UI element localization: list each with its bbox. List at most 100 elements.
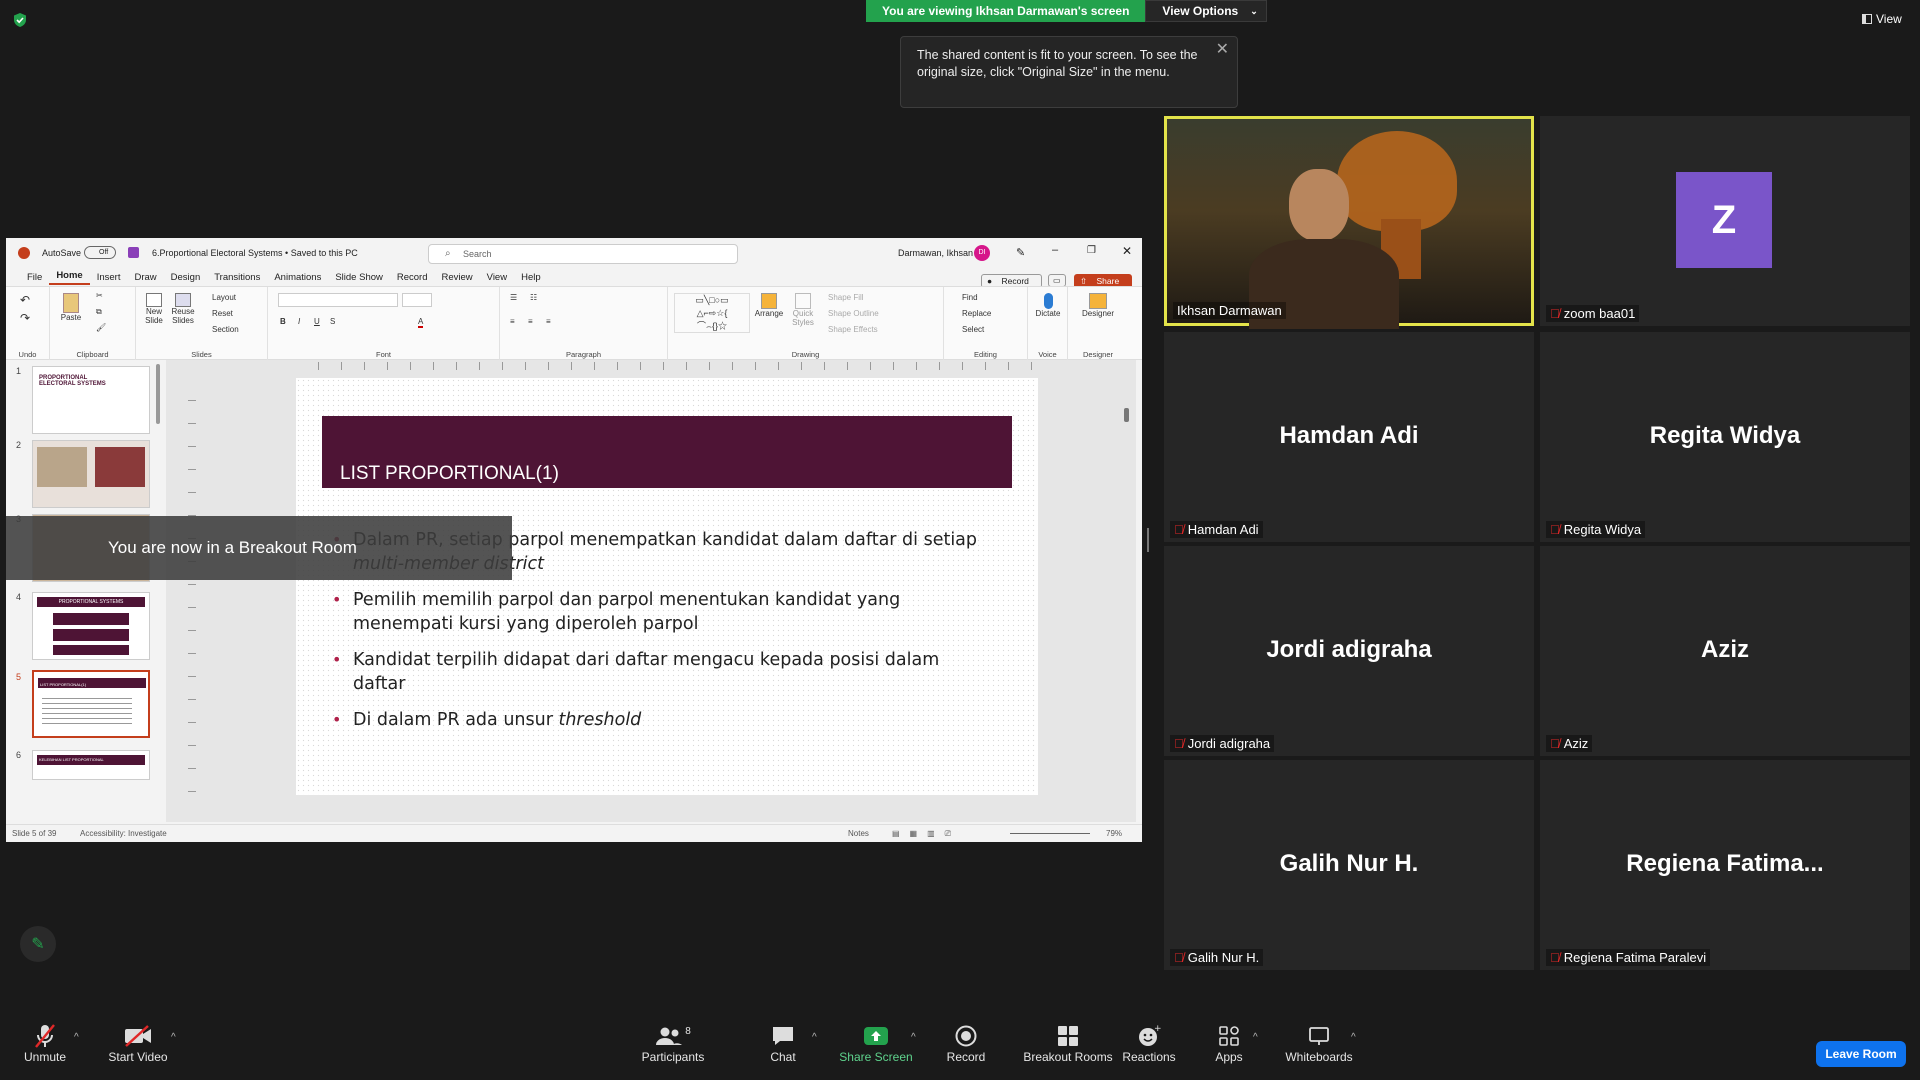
doc-title[interactable]: 6.Proportional Electoral Systems • Saved… <box>152 248 358 258</box>
slide-thumbnail[interactable]: PROPORTIONAL SYSTEMS <box>32 592 150 660</box>
whiteboards-options-caret-icon[interactable]: ^ <box>1351 1032 1356 1043</box>
layout-button[interactable]: Layout <box>212 293 236 302</box>
slide-canvas[interactable]: LIST PROPORTIONAL(1) Dalam PR, setiap pa… <box>296 378 1038 795</box>
view-mode-icons[interactable]: ▤▦▥⎚ <box>892 829 961 839</box>
pen-icon[interactable]: ✎ <box>1016 246 1025 259</box>
participants-button[interactable]: 8 Participants <box>628 1022 718 1065</box>
menu-design[interactable]: Design <box>164 272 208 283</box>
menu-file[interactable]: File <box>20 272 49 283</box>
video-options-caret-icon[interactable]: ^ <box>171 1032 176 1043</box>
italic-button[interactable]: I <box>298 317 300 326</box>
reset-button[interactable]: Reset <box>212 309 233 318</box>
designer-button[interactable]: Designer <box>1078 293 1118 318</box>
strikethrough-button[interactable]: S <box>330 317 335 326</box>
whiteboards-button[interactable]: Whiteboards <box>1274 1022 1364 1064</box>
audio-options-caret-icon[interactable]: ^ <box>74 1032 79 1043</box>
chat-options-caret-icon[interactable]: ^ <box>812 1032 817 1043</box>
slide-thumbnail[interactable] <box>32 440 150 508</box>
view-options-button[interactable]: View Options ⌄ <box>1145 0 1267 22</box>
new-slide-button[interactable]: New Slide <box>140 293 168 325</box>
close-window-icon[interactable]: ✕ <box>1122 244 1132 258</box>
ppt-search-box[interactable]: ⌕ Search <box>428 244 738 264</box>
menu-record[interactable]: Record <box>390 272 435 283</box>
menu-transitions[interactable]: Transitions <box>207 272 267 283</box>
restore-icon[interactable]: ❐ <box>1087 245 1096 256</box>
video-tile-active-speaker[interactable]: Ikhsan Darmawan <box>1164 116 1534 329</box>
slide-title[interactable]: LIST PROPORTIONAL(1) <box>322 416 1012 488</box>
slide-thumbnail[interactable]: KELEBIHAN LIST PROPORTIONAL <box>32 750 150 780</box>
font-size-select[interactable] <box>402 293 432 307</box>
format-painter-icon[interactable]: 🖌 <box>96 323 106 332</box>
menu-animations[interactable]: Animations <box>267 272 328 283</box>
align-center-icon[interactable]: ≡ <box>528 317 533 326</box>
share-options-caret-icon[interactable]: ^ <box>911 1032 916 1043</box>
dictate-button[interactable]: Dictate <box>1032 293 1064 318</box>
menu-help[interactable]: Help <box>514 272 548 283</box>
shape-effects-button[interactable]: Shape Effects <box>828 325 878 334</box>
slide-thumbnail[interactable]: PROPORTIONAL ELECTORAL SYSTEMS <box>32 366 150 434</box>
notes-button[interactable]: Notes <box>848 829 869 838</box>
menu-slide-show[interactable]: Slide Show <box>328 272 390 283</box>
muted-mic-icon: 🎙̸ <box>1174 522 1184 537</box>
shapes-gallery[interactable]: ▭╲□○▭ △⌐⇨☆{⌒⌢{}☆ <box>674 293 750 333</box>
select-button[interactable]: Select <box>962 325 984 334</box>
user-avatar[interactable]: DI <box>974 245 990 261</box>
arrange-button[interactable]: Arrange <box>754 293 784 318</box>
menu-review[interactable]: Review <box>435 272 480 283</box>
record-button[interactable]: Record <box>921 1022 1011 1064</box>
panel-resize-handle[interactable] <box>1147 528 1149 552</box>
bullets-icon[interactable]: ☰ <box>510 293 517 302</box>
reuse-slides-button[interactable]: Reuse Slides <box>168 293 198 325</box>
chat-button[interactable]: Chat <box>738 1022 828 1064</box>
view-button[interactable]: View <box>1862 12 1902 26</box>
security-shield-icon[interactable] <box>12 12 28 28</box>
shape-outline-button[interactable]: Shape Outline <box>828 309 879 318</box>
leave-room-button[interactable]: Leave Room <box>1816 1041 1906 1067</box>
thumbs-scrollbar[interactable] <box>156 364 160 424</box>
minimize-icon[interactable]: – <box>1052 244 1058 256</box>
align-left-icon[interactable]: ≡ <box>510 317 515 326</box>
share-screen-button[interactable]: Share Screen <box>831 1022 921 1064</box>
close-icon[interactable]: ✕ <box>1216 41 1229 58</box>
apps-options-caret-icon[interactable]: ^ <box>1253 1032 1258 1043</box>
video-tile[interactable]: Z 🎙̸ zoom baa01 <box>1540 116 1910 326</box>
menu-insert[interactable]: Insert <box>90 272 128 283</box>
video-tile[interactable]: Aziz 🎙̸ Aziz <box>1540 546 1910 756</box>
annotate-pencil-icon[interactable]: ✎ <box>20 926 56 962</box>
apps-button[interactable]: Apps <box>1184 1022 1274 1064</box>
quick-styles-button[interactable]: Quick Styles <box>788 293 818 327</box>
zoom-level[interactable]: 79% <box>1106 829 1122 838</box>
align-right-icon[interactable]: ≡ <box>546 317 551 326</box>
paste-button[interactable]: Paste <box>56 293 86 322</box>
find-button[interactable]: Find <box>962 293 978 302</box>
numbering-icon[interactable]: ☷ <box>530 293 537 302</box>
redo-icon[interactable]: ↷ <box>20 311 30 325</box>
video-tile[interactable]: Galih Nur H. 🎙̸ Galih Nur H. <box>1164 760 1534 970</box>
start-video-button[interactable]: Start Video <box>93 1022 183 1064</box>
section-button[interactable]: Section <box>212 325 239 334</box>
menu-draw[interactable]: Draw <box>127 272 163 283</box>
canvas-scrollbar[interactable] <box>1124 408 1129 422</box>
cut-icon[interactable]: ✂ <box>96 291 103 300</box>
bold-button[interactable]: B <box>280 317 286 326</box>
copy-icon[interactable]: ⧉ <box>96 307 102 317</box>
menu-view[interactable]: View <box>480 272 514 283</box>
autosave-toggle[interactable]: Off <box>84 246 116 259</box>
zoom-slider[interactable] <box>1010 833 1090 834</box>
unmute-button[interactable]: Unmute <box>0 1022 90 1064</box>
video-tile[interactable]: Regiena Fatima... 🎙̸ Regiena Fatima Paral… <box>1540 760 1910 970</box>
save-icon[interactable] <box>128 247 139 258</box>
reactions-button[interactable]: + Reactions <box>1104 1022 1194 1064</box>
slide-thumbnail-active[interactable]: LIST PROPORTIONAL(1) <box>32 670 150 738</box>
menu-home[interactable]: Home <box>49 270 90 285</box>
font-color-button[interactable]: A <box>418 317 424 328</box>
undo-icon[interactable]: ↶ <box>20 293 30 307</box>
underline-button[interactable]: U <box>314 317 320 326</box>
video-tile[interactable]: Jordi adigraha 🎙̸ Jordi adigraha <box>1164 546 1534 756</box>
accessibility-status[interactable]: Accessibility: Investigate <box>80 829 167 838</box>
font-family-select[interactable] <box>278 293 398 307</box>
video-tile[interactable]: Regita Widya 🎙̸ Regita Widya <box>1540 332 1910 542</box>
video-tile[interactable]: Hamdan Adi 🎙̸ Hamdan Adi <box>1164 332 1534 542</box>
shape-fill-button[interactable]: Shape Fill <box>828 293 864 302</box>
replace-button[interactable]: Replace <box>962 309 991 318</box>
